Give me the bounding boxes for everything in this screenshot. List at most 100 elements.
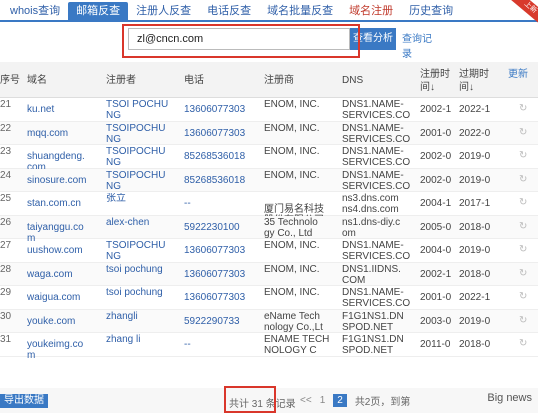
search-highlight-box bbox=[122, 24, 360, 58]
registrar-cell: ENOM, INC. bbox=[264, 287, 320, 298]
phone-link[interactable]: 13606077303 bbox=[184, 245, 260, 256]
domain-link[interactable]: waga.com bbox=[27, 269, 103, 280]
registrant-link[interactable]: TSOIPOCHU NG bbox=[106, 240, 180, 262]
export-button[interactable]: 导出数据 bbox=[0, 394, 48, 408]
registrant-link[interactable]: TSOIPOCHU NG bbox=[106, 123, 180, 145]
phone-link[interactable]: 13606077303 bbox=[184, 104, 260, 115]
table-row: 24 sinosure.com TSOIPOCHU NG 85268536018 ENO… bbox=[0, 168, 538, 192]
col-registrar: 注册商 bbox=[264, 75, 294, 86]
tab-email-lookup[interactable]: 邮箱反查 bbox=[68, 2, 129, 20]
table-row: 28 waga.com tsoi pochung 13606077303 ENOM, I… bbox=[0, 262, 538, 286]
registrar-cell: ENOM, INC. bbox=[264, 240, 320, 251]
exp-date-cell: 2018-0 bbox=[459, 221, 491, 233]
tab-history[interactable]: 历史查询 bbox=[401, 2, 461, 20]
registrant-link[interactable]: tsoi pochung bbox=[106, 264, 180, 275]
reg-date-cell: 2002-1 bbox=[420, 268, 452, 280]
row-index: 22 bbox=[0, 122, 12, 134]
pagination: << 1 2 共2页，到第 bbox=[300, 393, 410, 408]
registrant-link[interactable]: TSOI POCHU NG bbox=[106, 99, 180, 121]
registrant-link[interactable]: zhangli bbox=[106, 311, 180, 322]
table-header: 序号 域名 注册者 电话 注册商 DNS 注册时间↓ 过期时间↓ 更新 bbox=[0, 62, 538, 98]
phone-link[interactable]: 13606077303 bbox=[184, 128, 260, 139]
col-exp-time[interactable]: 过期时间↓ bbox=[459, 68, 497, 94]
domain-link[interactable]: mqq.com bbox=[27, 128, 103, 139]
registrant-link[interactable]: TSOIPOCHU NG bbox=[106, 146, 180, 168]
tab-whois[interactable]: whois查询 bbox=[2, 2, 68, 20]
phone-link[interactable]: -- bbox=[184, 198, 260, 209]
registrant-link[interactable]: tsoi pochung bbox=[106, 287, 180, 298]
tab-registrant-lookup[interactable]: 注册人反查 bbox=[128, 2, 199, 20]
registrant-link[interactable]: 张立 bbox=[106, 193, 180, 204]
registrar-cell: eName Tech nology Co.,Lt bbox=[264, 310, 323, 333]
exp-date-cell: 2018-0 bbox=[459, 339, 491, 350]
refresh-icon[interactable]: ↻ bbox=[519, 197, 531, 208]
page-info: 共2页，到第 bbox=[354, 397, 411, 408]
phone-link[interactable]: 5922290733 bbox=[184, 316, 260, 327]
domain-link[interactable]: stan.com.cn bbox=[27, 198, 103, 209]
phone-link[interactable]: -- bbox=[184, 339, 260, 350]
phone-link[interactable]: 13606077303 bbox=[184, 269, 260, 280]
refresh-icon[interactable]: ↻ bbox=[519, 244, 531, 255]
domain-link[interactable]: waigua.com bbox=[27, 292, 103, 303]
exp-date-cell: 2019-0 bbox=[459, 174, 491, 186]
registrant-link[interactable]: TSOIPOCHU NG bbox=[106, 170, 180, 192]
refresh-icon[interactable]: ↻ bbox=[519, 103, 531, 114]
tab-phone-lookup[interactable]: 电话反查 bbox=[199, 2, 259, 20]
dns-cell: DNS1.NAME- SERVICES.CO bbox=[342, 122, 411, 145]
tab-batch-lookup[interactable]: 域名批量反查 bbox=[259, 2, 341, 20]
col-refresh[interactable]: 更新 bbox=[508, 68, 530, 81]
dns-cell: DNS1.NAME- SERVICES.CO bbox=[342, 146, 411, 168]
watermark: Big news bbox=[487, 392, 532, 404]
exp-date-cell: 2022-1 bbox=[459, 104, 491, 115]
refresh-icon[interactable]: ↻ bbox=[519, 268, 531, 279]
exp-date-cell: 2022-1 bbox=[459, 292, 491, 303]
page-2-button[interactable]: 2 bbox=[333, 394, 347, 407]
registrar-cell: ENAME TECH NOLOGY C bbox=[264, 334, 330, 356]
domain-link[interactable]: sinosure.com bbox=[27, 175, 103, 186]
domain-link[interactable]: youke.com bbox=[27, 316, 103, 327]
refresh-icon[interactable]: ↻ bbox=[519, 291, 531, 302]
page-1-button[interactable]: 1 bbox=[320, 395, 326, 406]
dns-cell: DNS1.IIDNS. COM bbox=[342, 263, 401, 286]
phone-link[interactable]: 5922230100 bbox=[184, 222, 260, 233]
tab-domain-register[interactable]: 域名注册 bbox=[341, 2, 401, 20]
new-ribbon: 上新 bbox=[509, 0, 538, 27]
row-index: 26 bbox=[0, 216, 12, 228]
registrant-link[interactable]: zhang li bbox=[106, 334, 180, 345]
phone-link[interactable]: 13606077303 bbox=[184, 292, 260, 303]
row-index: 25 bbox=[0, 193, 12, 204]
refresh-icon[interactable]: ↻ bbox=[519, 221, 531, 232]
table-row: 25stan.com.cn张立-- 厦门易名科技 股份有限公司ns3.dns.c… bbox=[0, 192, 538, 226]
refresh-icon[interactable]: ↻ bbox=[519, 338, 531, 349]
registrant-link[interactable]: alex-chen bbox=[106, 217, 180, 228]
dns-cell: DNS1.NAME- SERVICES.CO bbox=[342, 240, 411, 262]
exp-date-cell: 2022-0 bbox=[459, 127, 491, 139]
dns-cell: ns1.dns-diy.c om bbox=[342, 216, 401, 239]
results-table: 序号 域名 注册者 电话 注册商 DNS 注册时间↓ 过期时间↓ 更新 21 ku… bbox=[0, 62, 538, 361]
refresh-icon[interactable]: ↻ bbox=[519, 150, 531, 161]
refresh-icon[interactable]: ↻ bbox=[519, 127, 531, 138]
reg-date-cell: 2011-0 bbox=[420, 339, 451, 350]
registrar-cell: ENOM, INC. bbox=[264, 263, 320, 275]
phone-link[interactable]: 85268536018 bbox=[184, 175, 260, 186]
phone-link[interactable]: 85268536018 bbox=[184, 151, 260, 162]
dns-cell: DNS1.NAME- SERVICES.CO bbox=[342, 287, 411, 309]
table-row: 31 youkeimg.co m zhang li -- ENAME TECH NOLO… bbox=[0, 333, 538, 361]
refresh-icon[interactable]: ↻ bbox=[519, 315, 531, 326]
domain-link[interactable]: ku.net bbox=[27, 104, 103, 115]
refresh-icon[interactable]: ↻ bbox=[519, 174, 531, 185]
reg-date-cell: 2002-0 bbox=[420, 151, 452, 162]
domain-link[interactable]: uushow.com bbox=[27, 245, 103, 256]
table-row: 29 waigua.com tsoi pochung 13606077303 ENOM,… bbox=[0, 286, 538, 310]
col-exp-time-label: 过期时间 bbox=[459, 69, 489, 93]
col-reg-time[interactable]: 注册时间↓ bbox=[420, 68, 456, 94]
sort-down-icon: ↓ bbox=[430, 82, 435, 93]
row-index: 27 bbox=[0, 240, 12, 251]
prev-page-button[interactable]: << bbox=[300, 395, 312, 406]
table-row: 27 uushow.com TSOIPOCHU NG 13606077303 ENOM,… bbox=[0, 239, 538, 263]
history-link[interactable]: 查询记录 bbox=[402, 32, 438, 62]
domain-link[interactable]: youkeimg.co m bbox=[27, 339, 103, 361]
table-row: 30 youke.com zhangli 5922290733 eName Tech n… bbox=[0, 309, 538, 333]
sort-down-icon: ↓ bbox=[469, 82, 474, 93]
col-registrant: 注册者 bbox=[106, 75, 136, 86]
